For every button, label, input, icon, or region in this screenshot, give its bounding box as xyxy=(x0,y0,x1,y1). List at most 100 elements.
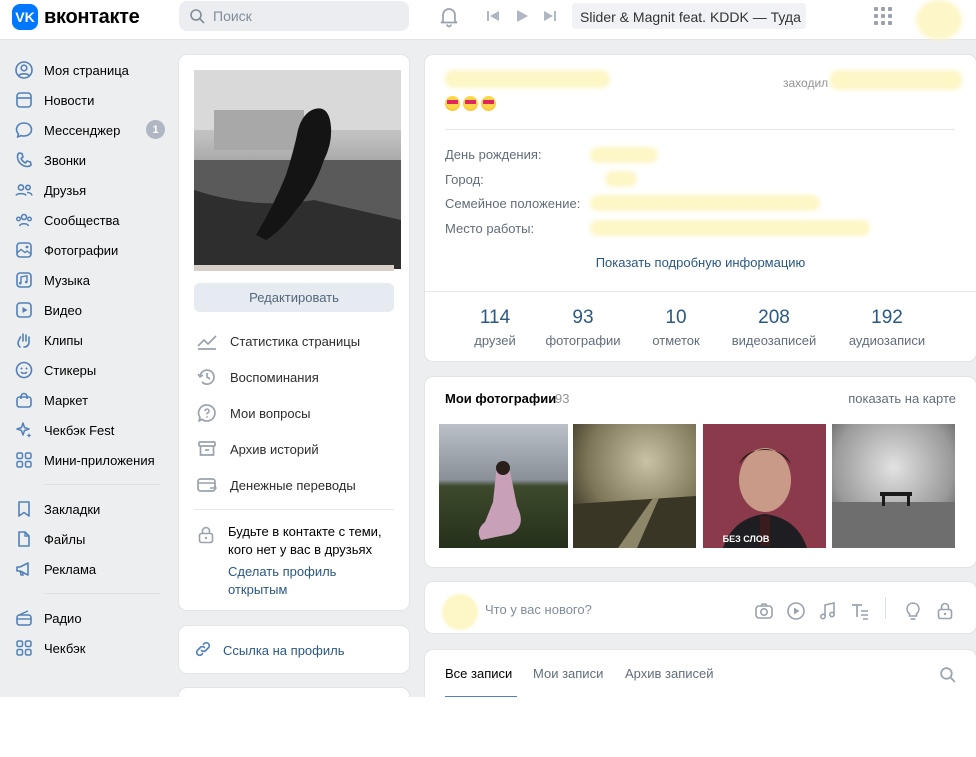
clips-icon xyxy=(17,333,30,348)
photo-thumb-image xyxy=(703,424,826,548)
edit-profile-button[interactable]: Редактировать xyxy=(194,283,394,312)
counter-videos[interactable]: 208 видеозаписей xyxy=(725,307,823,348)
heart-eyes-emoji xyxy=(445,96,460,111)
next-icon[interactable] xyxy=(541,7,559,25)
photos-count: 93 xyxy=(555,391,570,406)
photos-title[interactable]: Мои фотографии xyxy=(445,391,556,406)
user-icon xyxy=(15,61,33,79)
active-tab-indicator xyxy=(445,696,517,697)
tab-posts-archive[interactable]: Архив записей xyxy=(625,666,714,681)
counter-label: отметок xyxy=(652,333,700,348)
apps-grid-icon[interactable] xyxy=(872,5,894,27)
photo-thumb[interactable] xyxy=(573,424,702,548)
menu-money-transfers[interactable]: Денежные переводы xyxy=(196,474,356,496)
vk-logo-text: вконтакте xyxy=(44,5,140,28)
lock-icon[interactable] xyxy=(934,600,956,622)
tab-all-posts[interactable]: Все записи xyxy=(445,666,512,681)
menu-my-questions[interactable]: Мои вопросы xyxy=(196,402,310,424)
music-icon[interactable] xyxy=(817,600,839,622)
counter-value: 114 xyxy=(479,307,511,328)
bell-icon[interactable] xyxy=(437,4,461,28)
money-transfer-icon xyxy=(197,478,218,492)
search-icon[interactable] xyxy=(939,666,956,683)
sidebar-item-calls[interactable]: Звонки xyxy=(14,148,86,172)
sidebar-item-bookmarks[interactable]: Закладки xyxy=(14,497,100,521)
sidebar-item-ads[interactable]: Реклама xyxy=(14,557,96,581)
photo-thumb[interactable]: БЕЗ СЛОВ xyxy=(703,424,826,548)
sidebar-item-news[interactable]: Новости xyxy=(14,88,94,112)
counter-audio[interactable]: 192 аудиозаписи xyxy=(841,307,933,348)
show-on-map-link[interactable]: показать на карте xyxy=(848,391,956,406)
sidebar-item-label: Файлы xyxy=(44,531,86,547)
sidebar-item-groups[interactable]: Сообщества xyxy=(14,208,120,232)
sidebar-item-files[interactable]: Файлы xyxy=(14,527,85,551)
composer-placeholder[interactable]: Что у вас нового? xyxy=(485,602,592,617)
sidebar-item-mini-apps[interactable]: Мини-приложения xyxy=(14,448,155,472)
player-track-title[interactable]: Slider & Magnit feat. KDDK — Туда xyxy=(572,3,806,29)
profile-link-card[interactable]: Ссылка на профиль xyxy=(179,626,409,673)
menu-row-label: Воспоминания xyxy=(230,369,319,385)
profile-photo-image xyxy=(194,70,401,269)
sidebar-item-clips[interactable]: Клипы xyxy=(14,328,83,352)
video-icon xyxy=(16,302,32,318)
sidebar-item-messenger[interactable]: Мессенджер 1 xyxy=(14,118,174,142)
prev-icon[interactable] xyxy=(484,7,502,25)
menu-row-label: Денежные переводы xyxy=(230,477,356,493)
counter-photos[interactable]: 93 фотографии xyxy=(541,307,625,348)
sidebar-item-friends[interactable]: Друзья xyxy=(14,178,86,202)
tab-my-posts[interactable]: Мои записи xyxy=(533,666,603,681)
lightbulb-icon[interactable] xyxy=(902,600,924,622)
menu-page-stats[interactable]: Статистика страницы xyxy=(196,330,360,352)
sidebar-item-label: Клипы xyxy=(44,332,83,348)
counter-value: 208 xyxy=(758,307,790,328)
photo-thumb-image xyxy=(439,424,568,548)
sidebar-item-video[interactable]: Видео xyxy=(14,298,82,322)
profile-photo[interactable] xyxy=(194,70,401,269)
show-more-info-link[interactable]: Показать подробную информацию xyxy=(425,255,976,270)
photo-thumb[interactable] xyxy=(832,424,955,548)
sidebar-item-label: Закладки xyxy=(44,501,101,517)
sidebar-item-label: Фотографии xyxy=(44,242,119,258)
photo-thumb-image xyxy=(832,424,955,548)
search-icon xyxy=(190,9,205,24)
counter-tags[interactable]: 10 отметок xyxy=(643,307,709,348)
search-input[interactable] xyxy=(213,8,393,24)
counter-friends[interactable]: 114 друзей xyxy=(465,307,525,348)
next-card-stub xyxy=(179,688,409,697)
sidebar-item-checkback-fest[interactable]: Чекбэк Fest xyxy=(14,418,114,442)
menu-row-label: Мои вопросы xyxy=(230,405,311,421)
profile-info-card: заходил День рождения: Город: Семейное п… xyxy=(425,55,976,361)
sidebar-item-music[interactable]: Музыка xyxy=(14,268,90,292)
photo-caption: БЕЗ СЛОВ xyxy=(722,534,770,544)
sidebar-item-photos[interactable]: Фотографии xyxy=(14,238,118,262)
video-icon[interactable] xyxy=(785,600,807,622)
play-icon[interactable] xyxy=(513,7,531,25)
make-profile-open-link[interactable]: Сделать профиль открытым xyxy=(228,563,378,599)
menu-story-archive[interactable]: Архив историй xyxy=(196,438,319,460)
counter-value: 192 xyxy=(871,307,903,328)
sidebar-item-my-page[interactable]: Моя страница xyxy=(14,58,129,82)
sidebar-item-stickers[interactable]: Стикеры xyxy=(14,358,96,382)
post-composer[interactable]: Что у вас нового? xyxy=(425,582,976,633)
user-avatar-menu[interactable] xyxy=(916,0,962,40)
camera-icon[interactable] xyxy=(753,600,775,622)
text-format-icon[interactable] xyxy=(849,600,871,622)
sidebar-item-checkback[interactable]: Чекбэк xyxy=(14,636,86,660)
counter-label: аудиозаписи xyxy=(848,333,926,348)
sidebar-item-label: Моя страница xyxy=(44,62,129,78)
groups-icon xyxy=(16,213,32,227)
sidebar-item-label: Друзья xyxy=(44,182,87,198)
vk-logo[interactable]: VK вконтакте xyxy=(12,4,140,30)
photo-thumb[interactable] xyxy=(439,424,568,548)
composer-divider xyxy=(885,597,886,619)
search-box[interactable] xyxy=(179,1,409,31)
sidebar-item-market[interactable]: Маркет xyxy=(14,388,88,412)
phone-icon xyxy=(16,152,32,168)
sidebar-item-label: Сообщества xyxy=(44,212,120,228)
menu-memories[interactable]: Воспоминания xyxy=(196,366,319,388)
sparkle-icon xyxy=(16,422,32,438)
last-seen-redacted xyxy=(830,70,962,90)
info-value-redacted xyxy=(590,220,870,236)
apps-icon xyxy=(16,640,32,656)
sidebar-item-radio[interactable]: Радио xyxy=(14,606,82,630)
